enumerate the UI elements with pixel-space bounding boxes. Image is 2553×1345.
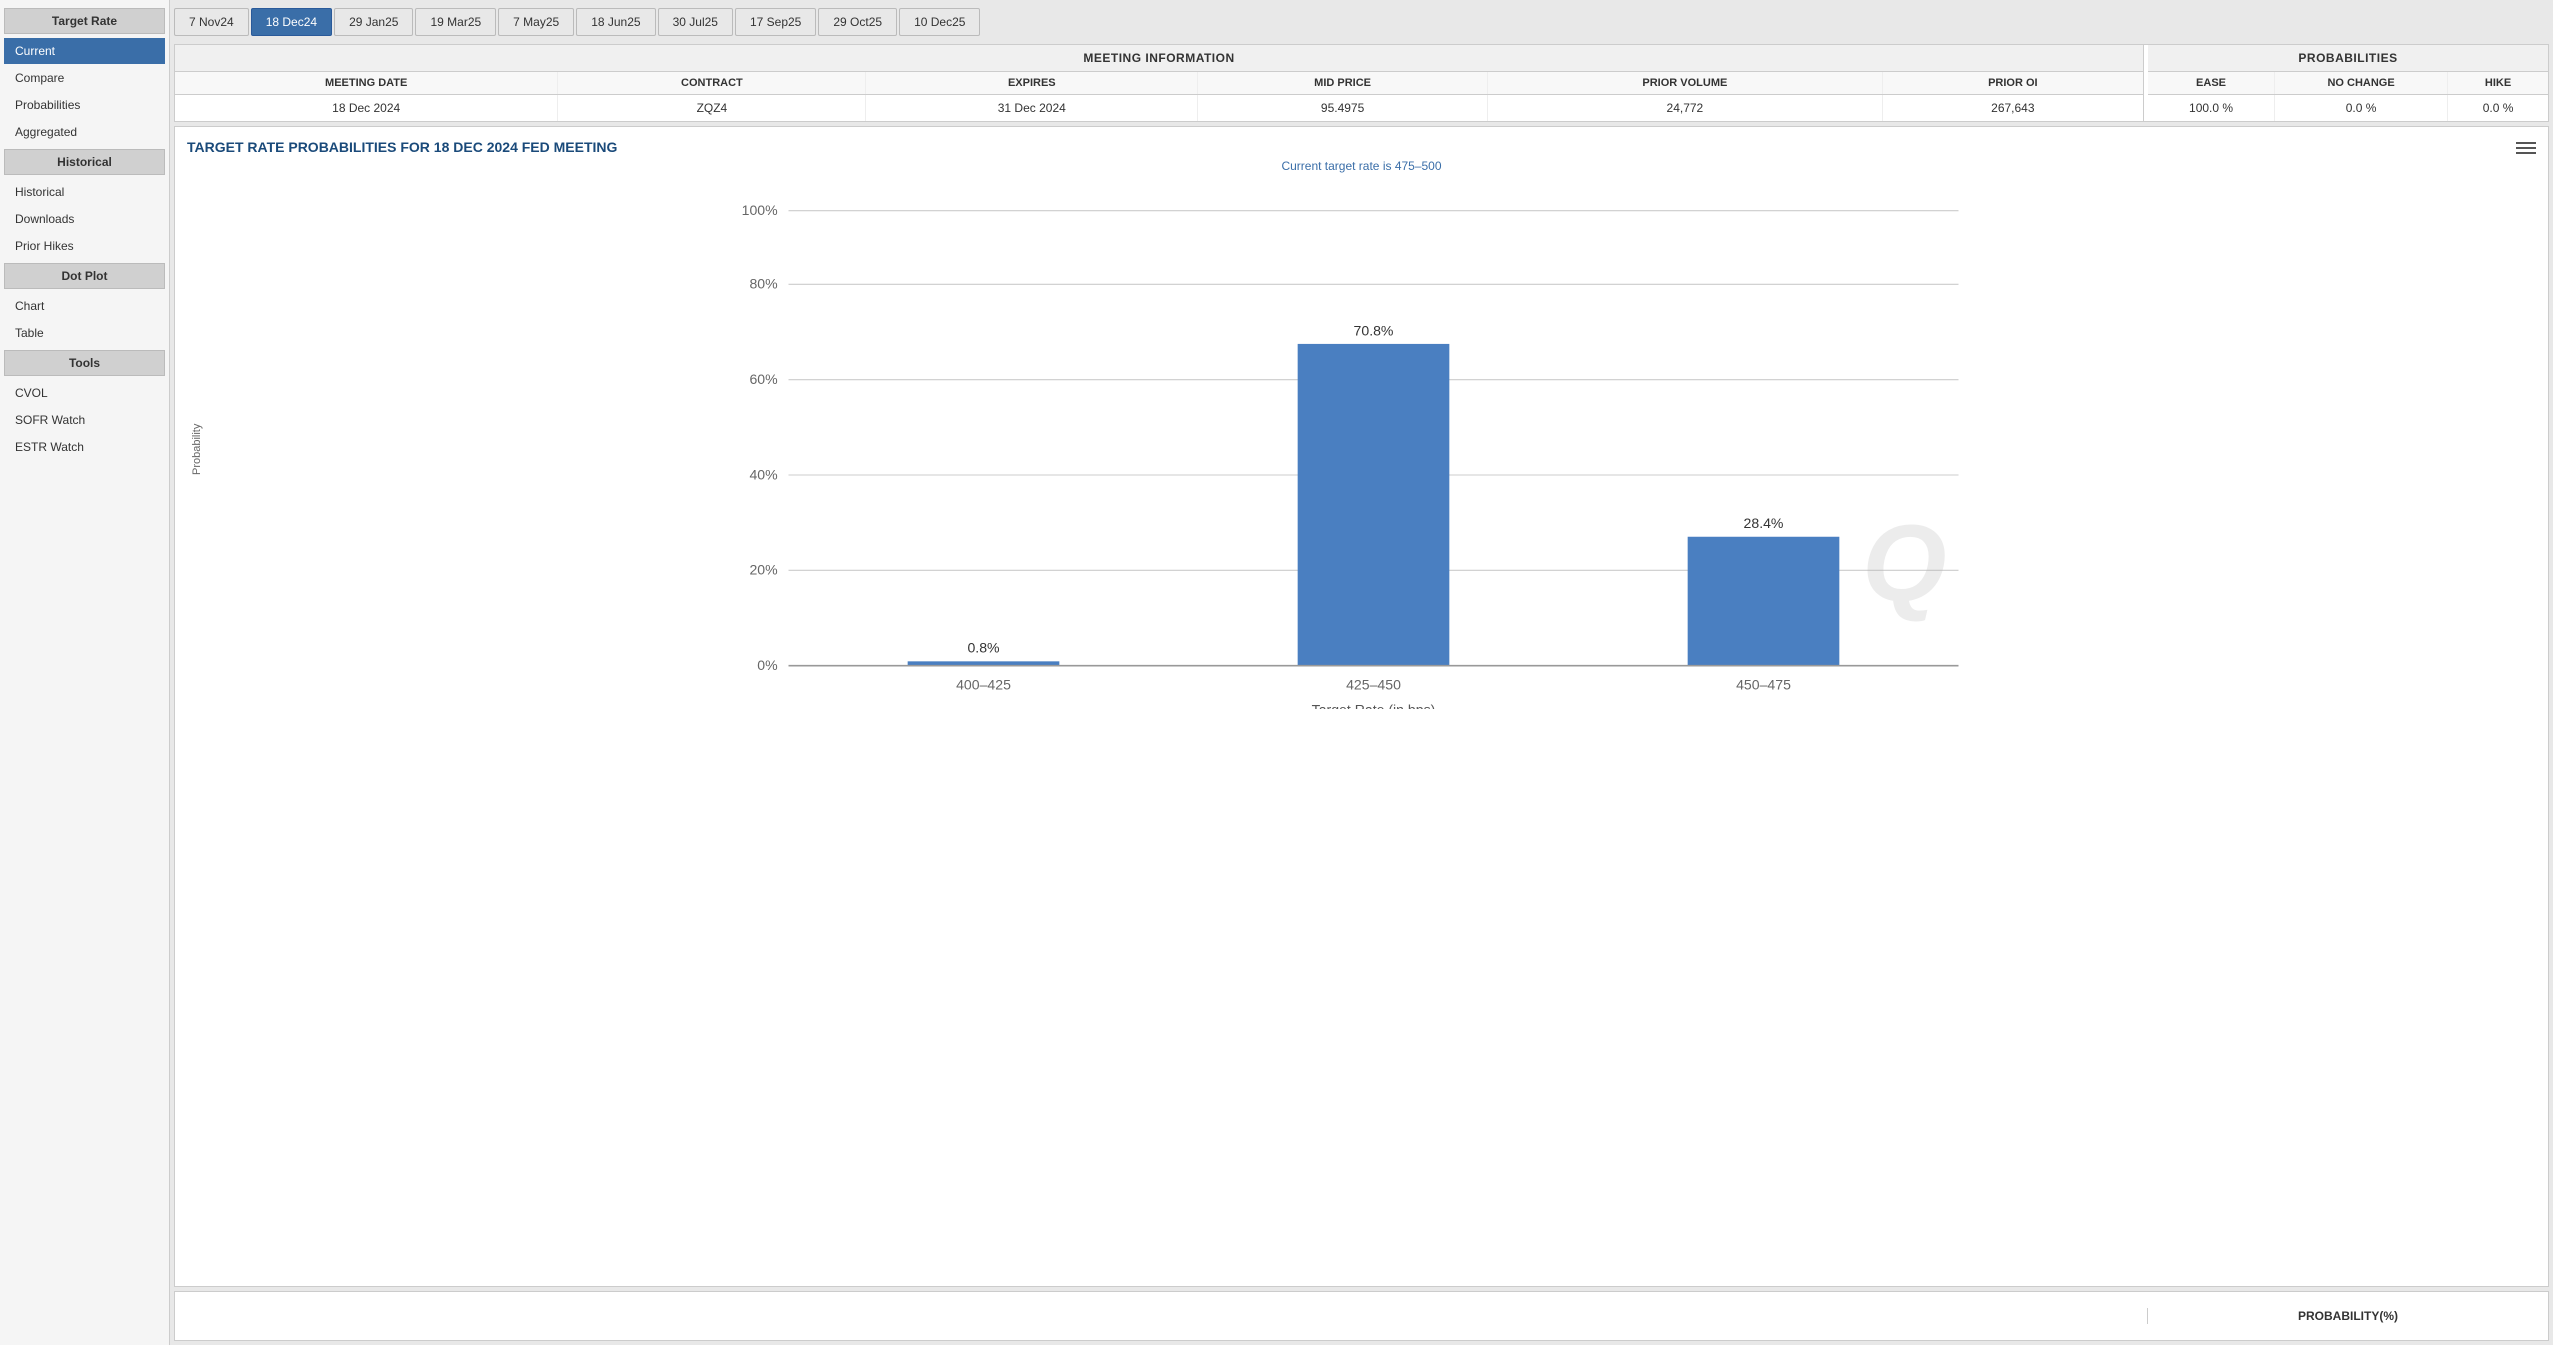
meeting-info-table: MEETING DATECONTRACTEXPIRESMID PRICEPRIO… [175, 72, 2143, 121]
sidebar: Target Rate CurrentCompareProbabilitiesA… [0, 0, 170, 1345]
probabilities-title: PROBABILITIES [2148, 45, 2548, 72]
svg-text:Q: Q [1862, 503, 1946, 624]
chart-title: TARGET RATE PROBABILITIES FOR 18 DEC 202… [187, 139, 2536, 155]
sidebar-item-compare[interactable]: Compare [4, 65, 165, 91]
sidebar-item-aggregated[interactable]: Aggregated [4, 119, 165, 145]
date-tab-29-oct25[interactable]: 29 Oct25 [818, 8, 897, 36]
info-panels: MEETING INFORMATION MEETING DATECONTRACT… [174, 44, 2549, 122]
prob-cell: 100.0 % [2148, 95, 2275, 122]
probabilities-panel: PROBABILITIES EASENO CHANGEHIKE 100.0 %0… [2148, 45, 2548, 121]
svg-text:0.8%: 0.8% [967, 640, 1000, 656]
meeting-cell: ZQZ4 [558, 95, 866, 122]
svg-text:425–450: 425–450 [1346, 677, 1401, 693]
chart-inner: 0% 20% 40% 60% 80% 100% [211, 189, 2536, 709]
svg-text:Target Rate (in bps): Target Rate (in bps) [1312, 701, 1436, 709]
bottom-panel-label: PROBABILITY(%) [2148, 1301, 2548, 1331]
sidebar-item-downloads[interactable]: Downloads [4, 206, 165, 232]
svg-text:28.4%: 28.4% [1744, 515, 1784, 531]
chart-subtitle: Current target rate is 475–500 [187, 159, 2536, 173]
svg-text:100%: 100% [742, 202, 778, 218]
meeting-col-prior-volume: PRIOR VOLUME [1488, 72, 1883, 95]
meeting-cell: 18 Dec 2024 [175, 95, 558, 122]
date-tab-29-jan25[interactable]: 29 Jan25 [334, 8, 413, 36]
bar-3 [1688, 537, 1840, 666]
sidebar-item-historical[interactable]: Historical [4, 179, 165, 205]
sidebar-item-table[interactable]: Table [4, 320, 165, 346]
date-tab-18-dec24[interactable]: 18 Dec24 [251, 8, 332, 36]
svg-text:450–475: 450–475 [1736, 677, 1791, 693]
meeting-cell: 95.4975 [1198, 95, 1488, 122]
sidebar-tools-header: Tools [4, 350, 165, 376]
prob-col-hike: HIKE [2448, 72, 2548, 95]
meeting-col-prior-oi: PRIOR OI [1882, 72, 2143, 95]
chart-panel: TARGET RATE PROBABILITIES FOR 18 DEC 202… [174, 126, 2549, 1287]
date-tabs: 7 Nov2418 Dec2429 Jan2519 Mar257 May2518… [174, 4, 2549, 40]
bottom-panel-left [175, 1308, 2148, 1324]
date-tab-7-nov24[interactable]: 7 Nov24 [174, 8, 249, 36]
meeting-cell: 31 Dec 2024 [866, 95, 1198, 122]
meeting-col-mid-price: MID PRICE [1198, 72, 1488, 95]
prob-cell: 0.0 % [2275, 95, 2448, 122]
svg-text:20%: 20% [749, 562, 778, 578]
sidebar-item-current[interactable]: Current [4, 38, 165, 64]
bottom-panel: PROBABILITY(%) [174, 1291, 2549, 1341]
bar-2 [1298, 344, 1450, 666]
prob-col-no change: NO CHANGE [2275, 72, 2448, 95]
prob-cell: 0.0 % [2448, 95, 2548, 122]
sidebar-item-prior-hikes[interactable]: Prior Hikes [4, 233, 165, 259]
chart-area: Probability [187, 189, 2536, 709]
sidebar-target-rate-header: Target Rate [4, 8, 165, 34]
meeting-info-panel: MEETING INFORMATION MEETING DATECONTRACT… [175, 45, 2144, 121]
sidebar-item-sofr-watch[interactable]: SOFR Watch [4, 407, 165, 433]
date-tab-30-jul25[interactable]: 30 Jul25 [658, 8, 733, 36]
sidebar-item-cvol[interactable]: CVOL [4, 380, 165, 406]
sidebar-historical-header: Historical [4, 149, 165, 175]
chart-svg: 0% 20% 40% 60% 80% 100% [211, 189, 2536, 709]
chart-menu-icon[interactable] [2516, 139, 2536, 157]
date-tab-7-may25[interactable]: 7 May25 [498, 8, 574, 36]
sidebar-item-estr-watch[interactable]: ESTR Watch [4, 434, 165, 460]
meeting-cell: 24,772 [1488, 95, 1883, 122]
meeting-cell: 267,643 [1882, 95, 2143, 122]
date-tab-10-dec25[interactable]: 10 Dec25 [899, 8, 980, 36]
sidebar-item-chart[interactable]: Chart [4, 293, 165, 319]
meeting-col-contract: CONTRACT [558, 72, 866, 95]
date-tab-17-sep25[interactable]: 17 Sep25 [735, 8, 816, 36]
meeting-info-title: MEETING INFORMATION [175, 45, 2143, 72]
sidebar-dot-plot-header: Dot Plot [4, 263, 165, 289]
svg-text:60%: 60% [749, 371, 778, 387]
date-tab-19-mar25[interactable]: 19 Mar25 [415, 8, 496, 36]
y-axis-label: Probability [187, 189, 207, 709]
svg-text:400–425: 400–425 [956, 677, 1011, 693]
svg-text:40%: 40% [749, 466, 778, 482]
main-content: 7 Nov2418 Dec2429 Jan2519 Mar257 May2518… [170, 0, 2553, 1345]
meeting-col-expires: EXPIRES [866, 72, 1198, 95]
svg-text:80%: 80% [749, 276, 778, 292]
sidebar-item-probabilities[interactable]: Probabilities [4, 92, 165, 118]
meeting-col-meeting-date: MEETING DATE [175, 72, 558, 95]
prob-col-ease: EASE [2148, 72, 2275, 95]
svg-text:0%: 0% [757, 657, 778, 673]
svg-text:70.8%: 70.8% [1354, 322, 1394, 338]
date-tab-18-jun25[interactable]: 18 Jun25 [576, 8, 655, 36]
prob-table: EASENO CHANGEHIKE 100.0 %0.0 %0.0 % [2148, 72, 2548, 121]
